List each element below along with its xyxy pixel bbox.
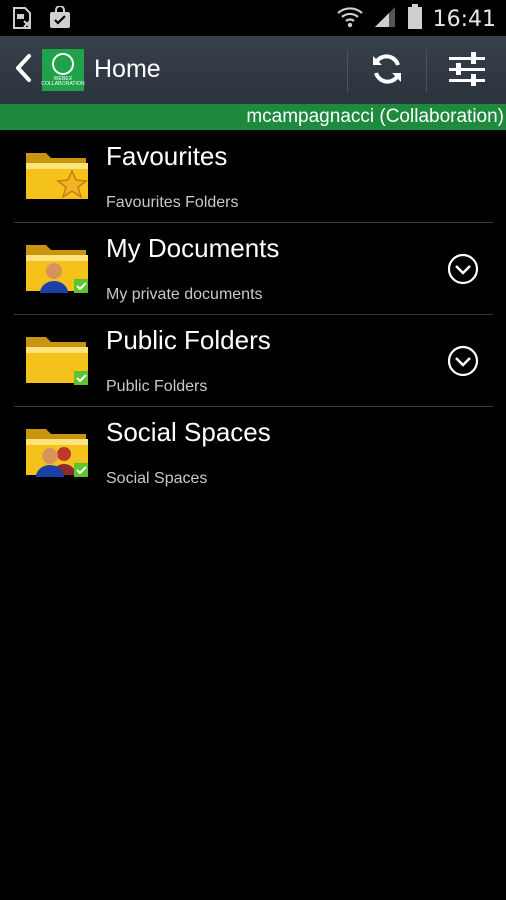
shopping-bag-icon: [48, 5, 72, 35]
wifi-icon: [336, 5, 363, 34]
settings-sliders-icon: [447, 51, 487, 92]
sim-missing-icon: [10, 6, 34, 35]
list-item-favourites[interactable]: Favourites Favourites Folders: [14, 131, 493, 223]
list-item-title: Social Spaces: [106, 417, 271, 447]
list-item-title: My Documents: [106, 233, 280, 263]
list-item-title: Favourites: [106, 141, 228, 171]
list-item-title: Public Folders: [106, 325, 271, 355]
folder-star-icon: [24, 145, 90, 205]
status-time: 16:41: [432, 7, 496, 32]
app-logo[interactable]: WEBEX COLLABORATION: [41, 49, 85, 91]
list-item-subtitle: Public Folders: [106, 378, 208, 395]
list-item-subtitle: My private documents: [106, 286, 263, 303]
status-bar: 16:41: [0, 0, 506, 36]
signal-icon: [373, 5, 397, 34]
folder-shared-icon: [24, 329, 90, 389]
folder-group-icon: [24, 421, 90, 481]
list-item-public-folders[interactable]: Public Folders Public Folders: [14, 315, 493, 407]
user-account-label: mcampagnacci (Collaboration): [246, 106, 504, 127]
chevron-down-icon[interactable]: [447, 253, 479, 285]
folder-user-icon: [24, 237, 90, 297]
settings-button[interactable]: [437, 50, 497, 92]
back-arrow-icon: [13, 53, 33, 88]
page-title: Home: [94, 55, 161, 83]
logo-ring: [52, 53, 74, 75]
back-button[interactable]: [8, 50, 38, 90]
refresh-icon: [369, 51, 405, 92]
action-bar: WEBEX COLLABORATION Home: [0, 36, 506, 105]
logo-text-line2: COLLABORATION: [41, 81, 85, 87]
user-account-bar: mcampagnacci (Collaboration): [0, 104, 506, 130]
action-divider: [347, 50, 348, 92]
list-item-subtitle: Favourites Folders: [106, 194, 239, 211]
list-item-subtitle: Social Spaces: [106, 470, 208, 487]
list-item-my-documents[interactable]: My Documents My private documents: [14, 223, 493, 315]
battery-icon: [407, 4, 423, 35]
folder-list: Favourites Favourites Folders My Documen…: [14, 131, 493, 498]
chevron-down-icon[interactable]: [447, 345, 479, 377]
refresh-button[interactable]: [357, 50, 417, 92]
action-divider: [426, 50, 427, 92]
list-item-social-spaces[interactable]: Social Spaces Social Spaces: [14, 407, 493, 498]
